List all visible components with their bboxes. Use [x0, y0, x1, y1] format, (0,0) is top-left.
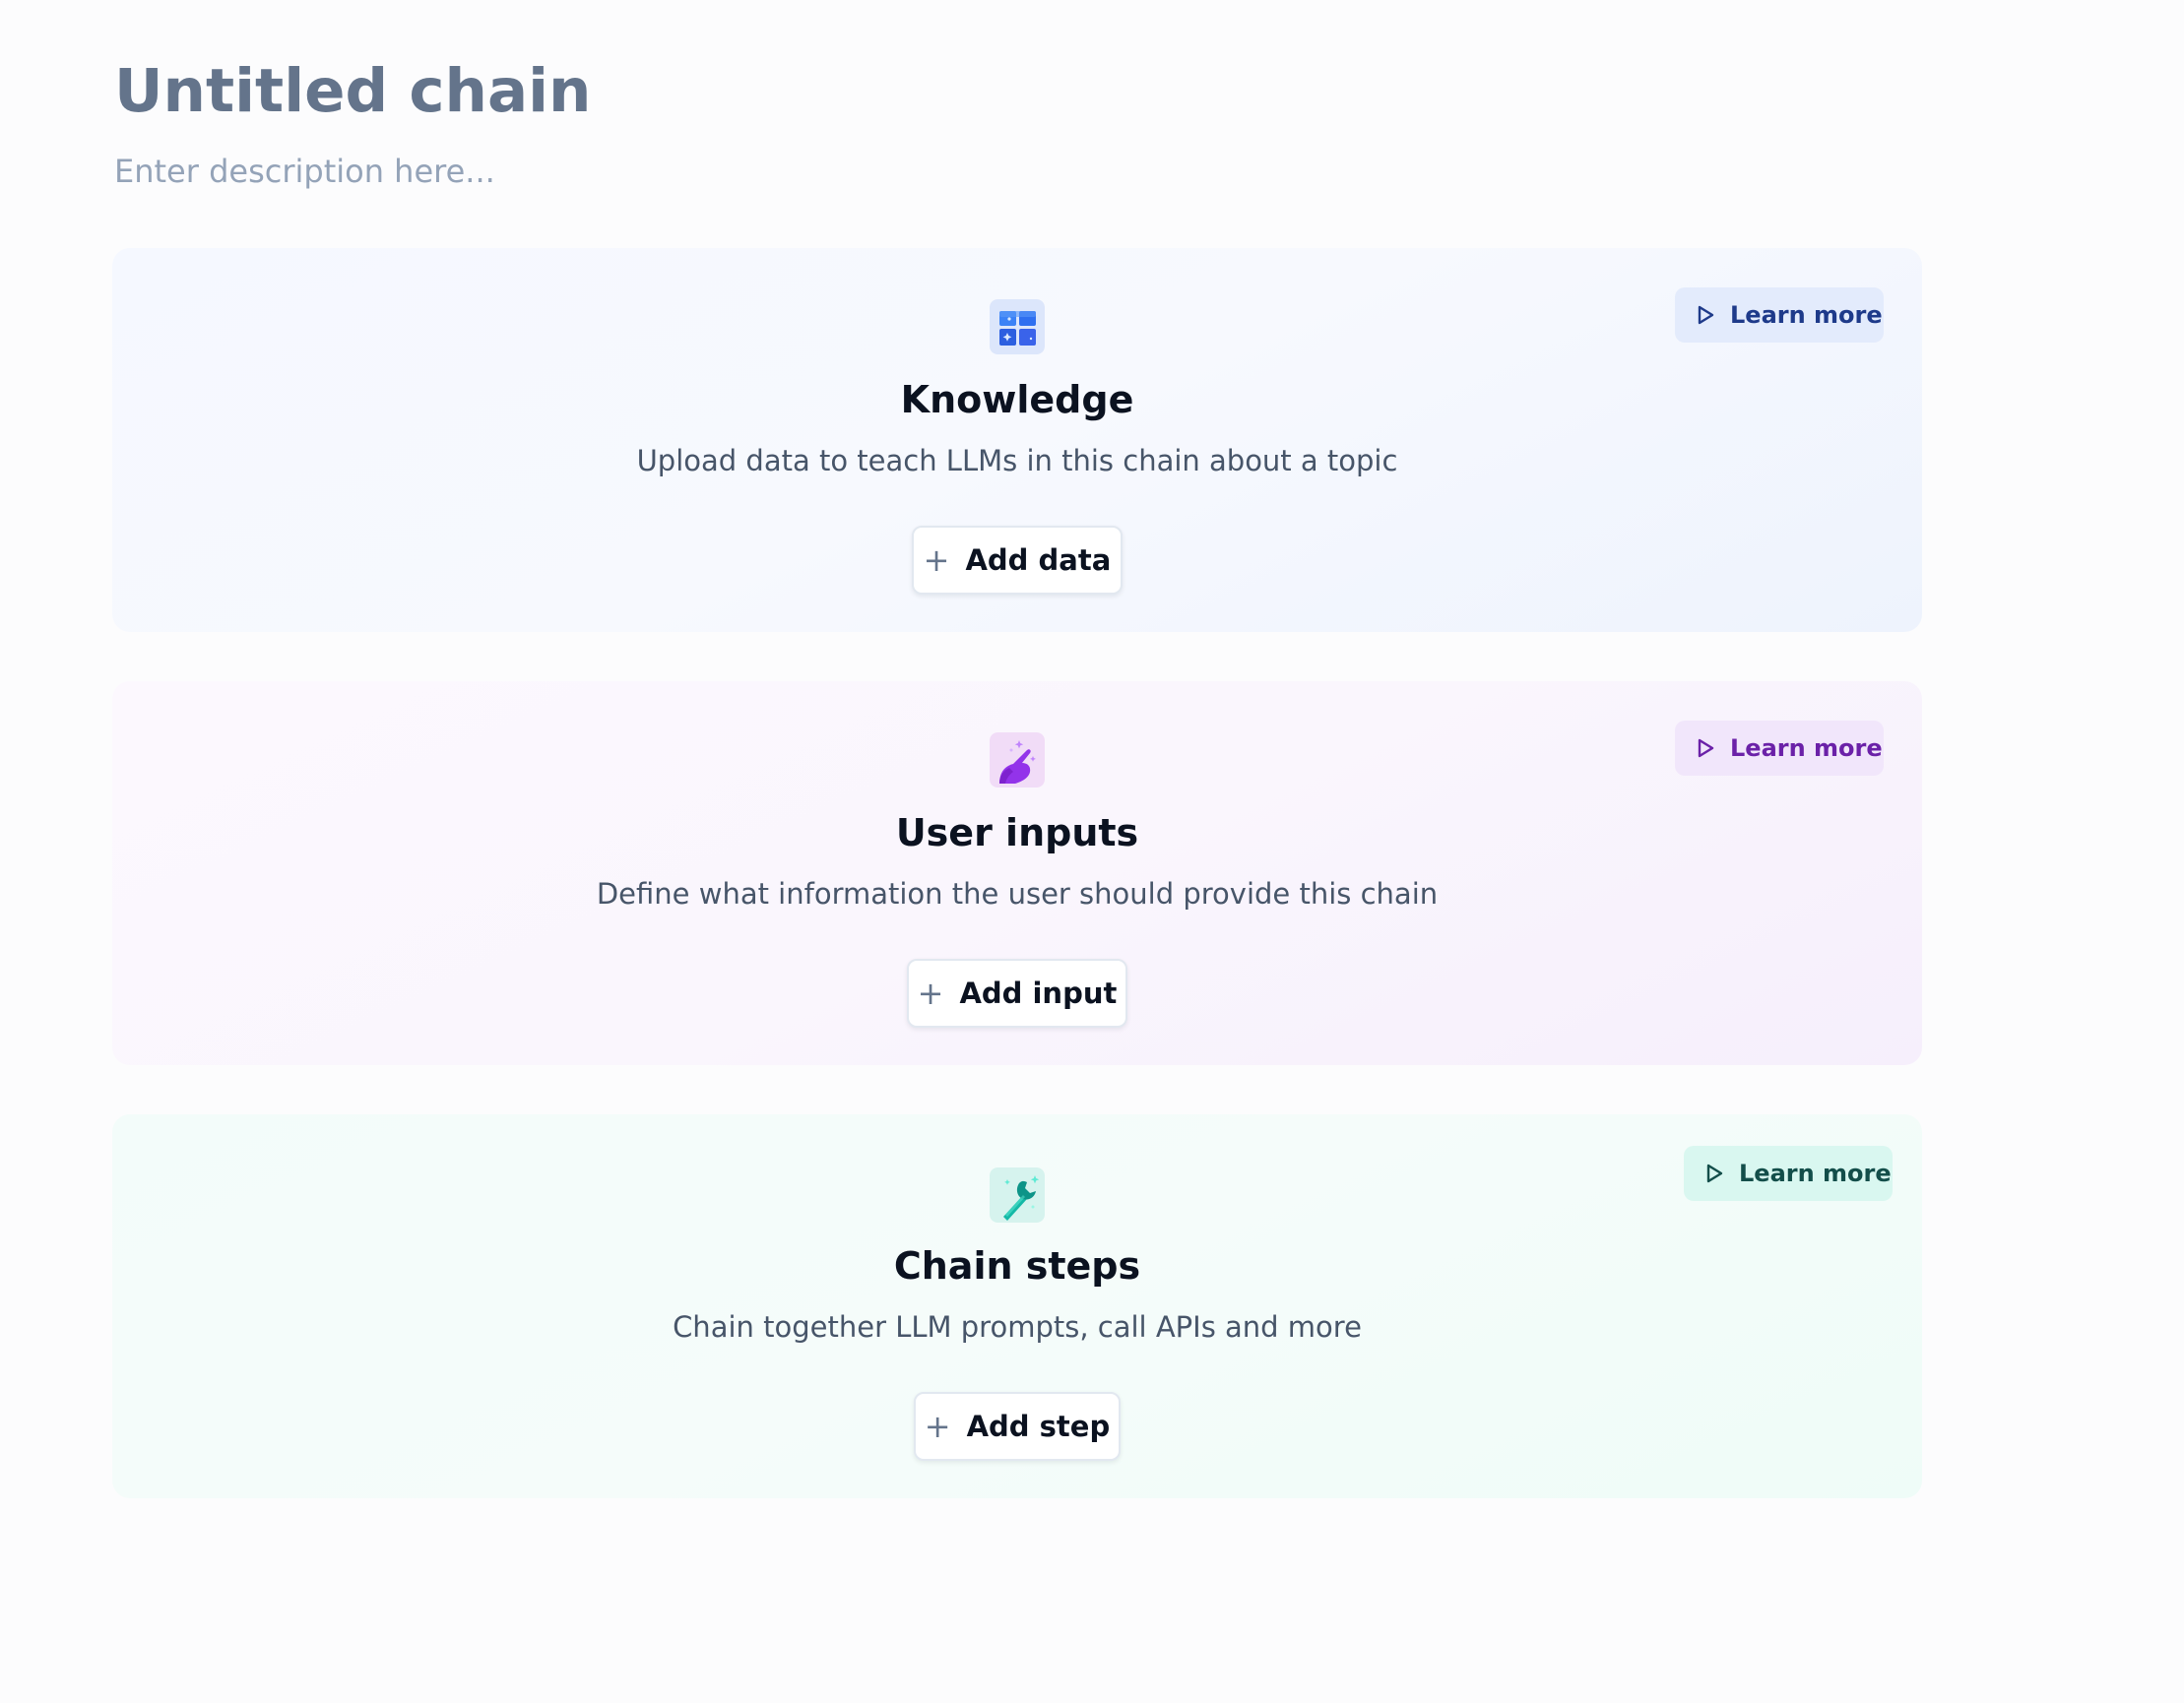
play-icon: [1698, 738, 1714, 758]
knowledge-section: Knowledge Upload data to teach LLMs in t…: [112, 248, 1922, 632]
learn-more-label: Learn more: [1730, 734, 1883, 762]
play-icon: [1706, 1164, 1723, 1183]
user-inputs-title: User inputs: [895, 811, 1139, 854]
plus-icon: +: [924, 1408, 951, 1445]
chain-steps-subtitle: Chain together LLM prompts, call APIs an…: [673, 1310, 1362, 1344]
add-input-button[interactable]: + Add input: [907, 959, 1127, 1028]
pointing-hand-sparkle-icon: [990, 732, 1045, 788]
knowledge-title: Knowledge: [900, 378, 1134, 421]
chain-title[interactable]: Untitled chain: [114, 51, 591, 132]
user-inputs-learn-more-button[interactable]: Learn more: [1675, 721, 1884, 776]
add-input-label: Add input: [959, 977, 1118, 1010]
chain-steps-learn-more-button[interactable]: Learn more: [1684, 1146, 1893, 1201]
play-icon: [1698, 305, 1714, 325]
learn-more-label: Learn more: [1730, 301, 1883, 329]
plus-icon: +: [917, 975, 944, 1012]
knowledge-subtitle: Upload data to teach LLMs in this chain …: [636, 444, 1398, 477]
plus-icon: +: [923, 541, 950, 579]
knowledge-grid-icon: [990, 299, 1045, 354]
chain-steps-section: Chain steps Chain together LLM prompts, …: [112, 1114, 1922, 1498]
chain-steps-title: Chain steps: [893, 1244, 1141, 1288]
user-inputs-section: User inputs Define what information the …: [112, 681, 1922, 1065]
chain-editor-page: Untitled chain Enter description here...…: [0, 0, 2184, 1703]
add-step-button[interactable]: + Add step: [914, 1392, 1121, 1461]
add-data-button[interactable]: + Add data: [912, 526, 1123, 595]
knowledge-learn-more-button[interactable]: Learn more: [1675, 287, 1884, 343]
user-inputs-subtitle: Define what information the user should …: [596, 877, 1439, 911]
learn-more-label: Learn more: [1739, 1160, 1892, 1187]
add-data-label: Add data: [965, 543, 1112, 577]
chain-description-field[interactable]: Enter description here...: [114, 150, 495, 193]
wrench-sparkle-icon: [990, 1167, 1045, 1223]
add-step-label: Add step: [966, 1410, 1111, 1443]
